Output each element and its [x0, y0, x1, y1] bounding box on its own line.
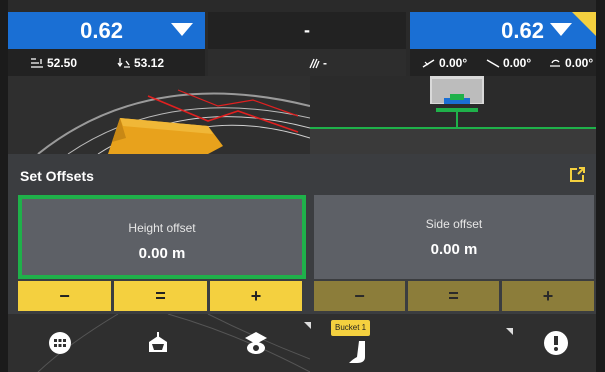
machine-3d-view[interactable] — [8, 76, 310, 154]
target-view-button[interactable] — [228, 314, 284, 372]
middle-value: - — [304, 20, 310, 40]
bucket-label: Bucket 1 — [331, 320, 371, 336]
side-offset-value: 0.00 m — [430, 241, 478, 258]
right-cut-fill-value: 0.62 — [501, 18, 544, 43]
rotation-readout: 0.00° — [548, 56, 593, 70]
target-elevation-readout: 52.50 — [30, 56, 77, 70]
hatch-icon — [309, 58, 320, 68]
side-decrement-button[interactable]: − — [314, 281, 405, 311]
cross-section-scene — [310, 76, 596, 154]
bottom-toolbar — [8, 314, 596, 372]
machine-view-icon — [149, 332, 167, 352]
slope-value: 0.00° — [503, 56, 532, 70]
slope-readout: 0.00° — [486, 56, 531, 70]
status-corner-flag — [572, 12, 596, 36]
left-cut-fill-value: 0.62 — [80, 18, 123, 43]
corner-marker — [304, 322, 311, 329]
right-edge — [596, 0, 605, 372]
bucket-elevation-value: 53.12 — [134, 56, 165, 70]
left-cut-fill-display[interactable]: 0.62 — [8, 12, 205, 49]
height-offset-label: Height offset — [128, 221, 196, 235]
height-decrement-button[interactable]: − — [18, 281, 111, 311]
left-edge — [0, 0, 8, 372]
side-offset-label: Side offset — [425, 217, 483, 231]
middle-sub-readouts: - — [208, 49, 406, 76]
middle-value-display[interactable]: - — [208, 12, 406, 49]
height-increment-button[interactable]: + — [210, 281, 302, 311]
set-offsets-panel: Set Offsets Height offset 0.00 m Side of… — [8, 154, 596, 314]
menu-grid-icon — [49, 332, 71, 354]
chevron-down-icon — [550, 23, 572, 36]
warning-button[interactable] — [528, 314, 584, 372]
pitch-icon — [422, 59, 435, 68]
height-reset-button[interactable]: = — [114, 281, 207, 311]
left-sub-readouts: 52.50 53.12 — [8, 49, 205, 76]
panel-title: Set Offsets — [20, 168, 94, 184]
right-sub-readouts: 0.00° 0.00° 0.00° — [410, 49, 596, 76]
menu-button[interactable] — [32, 314, 88, 372]
rotation-icon — [550, 59, 560, 67]
side-reset-button[interactable]: = — [408, 281, 499, 311]
middle-sub-value: - — [323, 56, 327, 70]
side-offset-field[interactable]: Side offset 0.00 m — [314, 195, 594, 279]
machine-view-button[interactable] — [130, 314, 186, 372]
target-view-icon — [245, 332, 267, 354]
cross-section-view[interactable] — [310, 76, 596, 154]
popout-icon[interactable] — [568, 166, 586, 184]
side-increment-button[interactable]: + — [502, 281, 594, 311]
elevation-icon — [117, 58, 130, 68]
rotation-value: 0.00° — [565, 56, 594, 70]
bucket-elevation-readout: 53.12 — [117, 56, 164, 70]
slope-icon — [486, 59, 500, 68]
height-offset-value: 0.00 m — [138, 245, 186, 262]
corner-marker — [506, 328, 513, 335]
target-elevation-value: 52.50 — [47, 56, 78, 70]
bucket-icon — [349, 341, 365, 363]
target-elevation-icon — [31, 58, 43, 68]
right-cut-fill-display[interactable]: 0.62 — [410, 12, 596, 49]
warning-icon — [544, 331, 568, 355]
pitch-readout: 0.00° — [422, 56, 467, 70]
height-offset-field[interactable]: Height offset 0.00 m — [18, 195, 306, 279]
middle-sub-readout: - — [308, 56, 327, 70]
pitch-value: 0.00° — [439, 56, 468, 70]
chevron-down-icon — [171, 23, 193, 36]
terrain-scene — [8, 76, 310, 154]
